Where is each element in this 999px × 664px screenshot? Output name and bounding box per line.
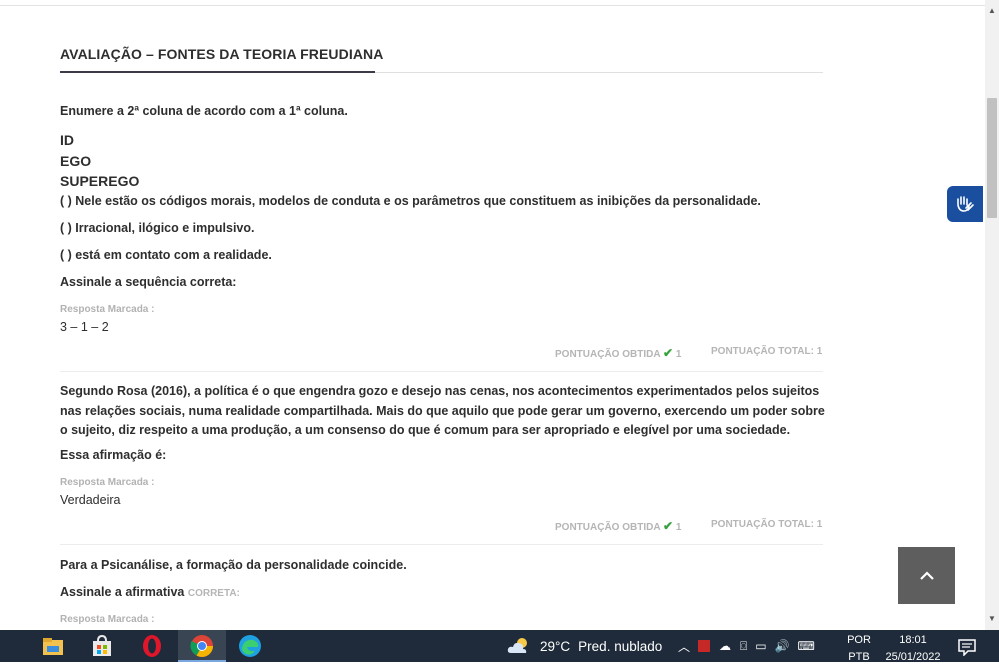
tray-icons: ︿ ☁ ⌼ ▭ 🔊 ⌨ (678, 630, 815, 662)
q2-instruction: Essa afirmação é: (60, 448, 167, 462)
q2-score-obtained-label: PONTUAÇÃO OBTIDA (555, 522, 661, 533)
scroll-down-arrow-icon[interactable]: ▼ (985, 612, 999, 626)
q3-instruction-suffix: CORRETA: (187, 588, 240, 599)
language-indicator[interactable]: POR PTB (844, 633, 874, 664)
q2-score-obtained-value: 1 (675, 522, 682, 533)
q3-instruction-text: Assinale a afirmativa (60, 585, 185, 599)
question-divider (60, 544, 823, 545)
q1-score-obtained-label: PONTUAÇÃO OBTIDA (555, 349, 661, 360)
q2-answer-label: Resposta Marcada : (60, 477, 155, 488)
q2-score-obtained: PONTUAÇÃO OBTIDA ✔ 1 (555, 519, 681, 533)
question-divider (60, 371, 823, 372)
q1-option-1: ( ) Nele estão os códigos morais, modelo… (60, 194, 761, 208)
back-to-top-button[interactable] (898, 547, 955, 604)
chrome-icon[interactable] (190, 634, 214, 658)
weather-desc: Pred. nublado (578, 638, 663, 654)
battery-icon[interactable]: ⌼ (740, 639, 747, 654)
chevron-up-icon (919, 570, 934, 580)
q1-prompt: Enumere a 2ª coluna de acordo com a 1ª c… (60, 104, 348, 118)
file-explorer-icon[interactable] (41, 634, 65, 658)
assessment-page: AVALIAÇÃO – FONTES DA TEORIA FREUDIANA E… (0, 0, 985, 630)
notifications-icon[interactable] (957, 638, 977, 657)
scrollbar-thumb[interactable] (987, 98, 997, 218)
title-underline (60, 71, 375, 73)
clock[interactable]: 18:01 25/01/2022 (880, 633, 946, 664)
edge-icon[interactable] (238, 634, 262, 658)
sign-language-accessibility-button[interactable] (947, 186, 983, 222)
hands-icon (957, 196, 974, 212)
q2-text: Segundo Rosa (2016), a política é o que … (60, 384, 825, 437)
clock-time: 18:01 (899, 634, 927, 646)
q3-text: Para a Psicanálise, a formação da person… (60, 558, 407, 572)
windows-taskbar: 29°C Pred. nublado ︿ ☁ ⌼ ▭ 🔊 ⌨ POR PTB 1… (0, 630, 999, 664)
onedrive-cloud-icon[interactable]: ☁ (719, 639, 731, 653)
weather-widget[interactable]: 29°C Pred. nublado (506, 630, 662, 662)
q1-instruction: Assinale a sequência correta: (60, 275, 237, 289)
q1-option-2: ( ) Irracional, ilógico e impulsivo. (60, 221, 255, 235)
scroll-up-arrow-icon[interactable]: ▲ (985, 4, 999, 18)
q1-score-obtained-value: 1 (675, 349, 682, 360)
vertical-scrollbar[interactable]: ▲ ▼ (985, 0, 999, 630)
q1-score-obtained: PONTUAÇÃO OBTIDA ✔ 1 (555, 346, 681, 360)
q2-score-total: PONTUAÇÃO TOTAL: 1 (711, 519, 823, 530)
weather-temp: 29°C (540, 638, 571, 654)
q1-answer: 3 – 1 – 2 (60, 320, 109, 334)
keyboard-icon[interactable]: ⌨ (798, 639, 815, 653)
page-title: AVALIAÇÃO – FONTES DA TEORIA FREUDIANA (60, 46, 384, 62)
volume-icon[interactable]: 🔊 (775, 639, 790, 653)
check-icon: ✔ (662, 346, 674, 360)
q1-score-total: PONTUAÇÃO TOTAL: 1 (711, 346, 823, 357)
cloud-sun-icon (507, 638, 527, 653)
store-icon[interactable] (90, 634, 114, 658)
top-border (0, 0, 985, 6)
q3-answer-label: Resposta Marcada : (60, 614, 155, 625)
q1-answer-label: Resposta Marcada : (60, 304, 155, 315)
q2-answer: Verdadeira (60, 493, 121, 507)
q1-item-id: ID (60, 132, 74, 148)
check-icon: ✔ (662, 519, 674, 533)
calendar-app-icon[interactable] (698, 640, 711, 652)
q1-item-ego: EGO (60, 153, 92, 169)
q3-instruction: Assinale a afirmativa CORRETA: (60, 585, 240, 599)
opera-icon[interactable] (140, 634, 164, 658)
network-icon[interactable]: ▭ (755, 639, 766, 653)
q1-item-superego: SUPEREGO (60, 173, 140, 189)
show-hidden-icons-chevron-icon[interactable]: ︿ (678, 638, 690, 655)
language-top: POR (847, 634, 871, 646)
q1-option-3: ( ) está em contato com a realidade. (60, 248, 272, 262)
